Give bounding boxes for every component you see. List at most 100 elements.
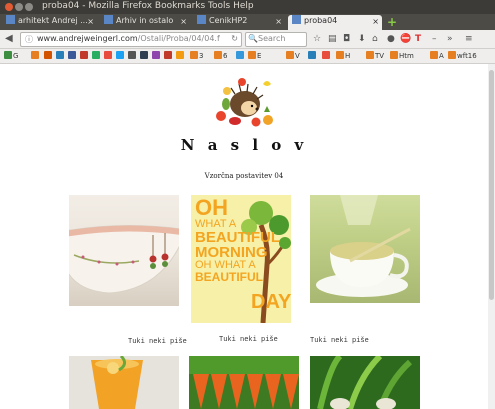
poster-line: BEAUTIFUL bbox=[195, 270, 263, 284]
minimize-window-button[interactable] bbox=[15, 3, 23, 11]
hedgehog-fruit-logo bbox=[216, 78, 273, 127]
close-tab-icon[interactable]: × bbox=[180, 17, 187, 26]
bookmark-label: V bbox=[295, 52, 300, 60]
bookmark-label: TV bbox=[375, 52, 385, 60]
bookmark-favicon-icon bbox=[448, 51, 456, 59]
bookmark-favicon-icon bbox=[104, 51, 112, 59]
bookmark-item[interactable]: A bbox=[430, 51, 444, 60]
bookmark-item[interactable] bbox=[176, 51, 185, 60]
close-tab-icon[interactable]: × bbox=[275, 17, 282, 26]
scrollbar-thumb[interactable] bbox=[489, 70, 494, 300]
bookmark-item[interactable] bbox=[92, 51, 101, 60]
reload-icon[interactable]: ↻ bbox=[231, 34, 238, 43]
bookmark-favicon-icon bbox=[390, 51, 398, 59]
bookmark-item[interactable]: V bbox=[286, 51, 300, 60]
tab-arhiv[interactable]: Arhiv in ostalo × bbox=[100, 15, 190, 30]
image-caption: Tuki neki piše bbox=[219, 336, 278, 344]
tab-arhitekt[interactable]: arhitekt Andrej ... × bbox=[2, 15, 97, 30]
bookmark-item[interactable]: 6 bbox=[214, 51, 227, 60]
bookmark-item[interactable]: TV bbox=[366, 51, 384, 60]
bookmark-item[interactable]: G bbox=[4, 51, 18, 60]
poster-line: OH bbox=[195, 195, 228, 220]
bookmark-item[interactable] bbox=[68, 51, 77, 60]
bookmark-item[interactable] bbox=[164, 51, 173, 60]
chat-icon[interactable]: ● bbox=[387, 34, 395, 44]
search-icon: 🔍 bbox=[248, 34, 258, 43]
text-tool-icon[interactable]: T bbox=[415, 34, 421, 44]
page-subtitle: Vzorčna postavitev 04 bbox=[204, 172, 284, 180]
back-button[interactable]: ◀ bbox=[5, 33, 13, 44]
tab-proba04[interactable]: proba04 × bbox=[288, 15, 382, 30]
bookmark-item[interactable] bbox=[128, 51, 137, 60]
downloads-icon[interactable]: ⬇ bbox=[358, 34, 366, 44]
photo-bowl-earrings[interactable] bbox=[69, 195, 179, 306]
bookmark-item[interactable] bbox=[236, 51, 245, 60]
bookmark-item[interactable]: wft16 bbox=[448, 51, 477, 60]
photo-tea-cup[interactable] bbox=[310, 195, 420, 303]
stop-sign-icon[interactable]: ⛔ bbox=[400, 34, 411, 44]
photo-greens[interactable] bbox=[310, 356, 420, 409]
bookmark-item[interactable]: 3 bbox=[190, 51, 203, 60]
bookmark-favicon-icon bbox=[140, 51, 148, 59]
bookmark-label: 3 bbox=[199, 52, 204, 60]
page-favicon-icon bbox=[6, 15, 15, 24]
bookmark-star-icon[interactable]: ☆ bbox=[313, 34, 321, 44]
new-tab-button[interactable]: + bbox=[387, 15, 397, 29]
bookmark-item[interactable] bbox=[80, 51, 89, 60]
bookmarks-toolbar: G 3 6 E V H TV Htm Awft16 bbox=[0, 49, 495, 64]
search-box[interactable]: 🔍 Search bbox=[245, 32, 307, 47]
bookmark-item[interactable] bbox=[152, 51, 161, 60]
photo-orange-drink[interactable] bbox=[69, 356, 179, 409]
bookmark-favicon-icon bbox=[248, 51, 256, 59]
bookmark-favicon-icon bbox=[322, 51, 330, 59]
bookmark-item[interactable] bbox=[56, 51, 65, 60]
search-placeholder: Search bbox=[258, 34, 286, 43]
photo-carrots[interactable] bbox=[189, 356, 299, 409]
bookmark-item[interactable]: H bbox=[336, 51, 350, 60]
bookmark-favicon-icon bbox=[430, 51, 438, 59]
hamburger-menu-icon[interactable]: ≡ bbox=[465, 34, 473, 44]
bookmark-favicon-icon bbox=[92, 51, 100, 59]
pocket-icon[interactable]: ◘ bbox=[343, 34, 350, 44]
bookmark-label: Htm bbox=[399, 52, 414, 60]
bookmark-item[interactable]: Htm bbox=[390, 51, 414, 60]
home-icon[interactable]: ⌂ bbox=[372, 34, 378, 44]
bookmark-label: E bbox=[257, 52, 262, 60]
url-text: www.andrejweingerl.com/Ostali/Proba/04/0… bbox=[37, 34, 220, 43]
site-info-icon[interactable]: ⓘ bbox=[25, 34, 33, 45]
bookmark-item[interactable] bbox=[116, 51, 125, 60]
image-caption: Tuki neki piše bbox=[310, 337, 369, 345]
bookmark-item[interactable] bbox=[308, 51, 317, 60]
tab-cenikhp2[interactable]: CenikHP2 × bbox=[193, 15, 285, 30]
dash-icon[interactable]: – bbox=[432, 34, 437, 44]
close-tab-icon[interactable]: × bbox=[372, 17, 379, 26]
overflow-chevron-icon[interactable]: » bbox=[447, 34, 453, 44]
bookmark-item[interactable] bbox=[31, 51, 40, 60]
bookmark-item[interactable] bbox=[104, 51, 113, 60]
vertical-scrollbar[interactable] bbox=[488, 64, 495, 409]
close-tab-icon[interactable]: × bbox=[87, 17, 94, 26]
carrots-image bbox=[189, 356, 299, 409]
bookmark-favicon-icon bbox=[336, 51, 344, 59]
bookmark-item[interactable] bbox=[140, 51, 149, 60]
bookmark-favicon-icon bbox=[80, 51, 88, 59]
maximize-window-button[interactable] bbox=[25, 3, 33, 11]
page-favicon-icon bbox=[197, 15, 206, 24]
tab-bar: arhitekt Andrej ... × Arhiv in ostalo × … bbox=[0, 14, 495, 30]
bookmark-item[interactable]: E bbox=[248, 51, 261, 60]
url-bar[interactable]: ⓘ www.andrejweingerl.com/Ostali/Proba/04… bbox=[20, 32, 242, 47]
bookmark-item[interactable] bbox=[322, 51, 331, 60]
bookmark-favicon-icon bbox=[214, 51, 222, 59]
bookmark-favicon-icon bbox=[56, 51, 64, 59]
poster-beautiful-morning[interactable]: OH WHAT A BEAUTIFUL MORNING OH WHAT A BE… bbox=[191, 195, 291, 323]
close-window-button[interactable] bbox=[5, 3, 13, 11]
bookmark-favicon-icon bbox=[31, 51, 39, 59]
window-title: proba04 - Mozilla Firefox Bookmarks Tool… bbox=[42, 1, 254, 11]
bookmark-favicon-icon bbox=[286, 51, 294, 59]
reading-list-icon[interactable]: ▤ bbox=[328, 34, 337, 44]
poster-line: MORNING bbox=[195, 244, 268, 261]
bookmark-label: 6 bbox=[223, 52, 228, 60]
bookmark-item[interactable] bbox=[44, 51, 53, 60]
bookmark-favicon-icon bbox=[366, 51, 374, 59]
bookmark-favicon-icon bbox=[190, 51, 198, 59]
